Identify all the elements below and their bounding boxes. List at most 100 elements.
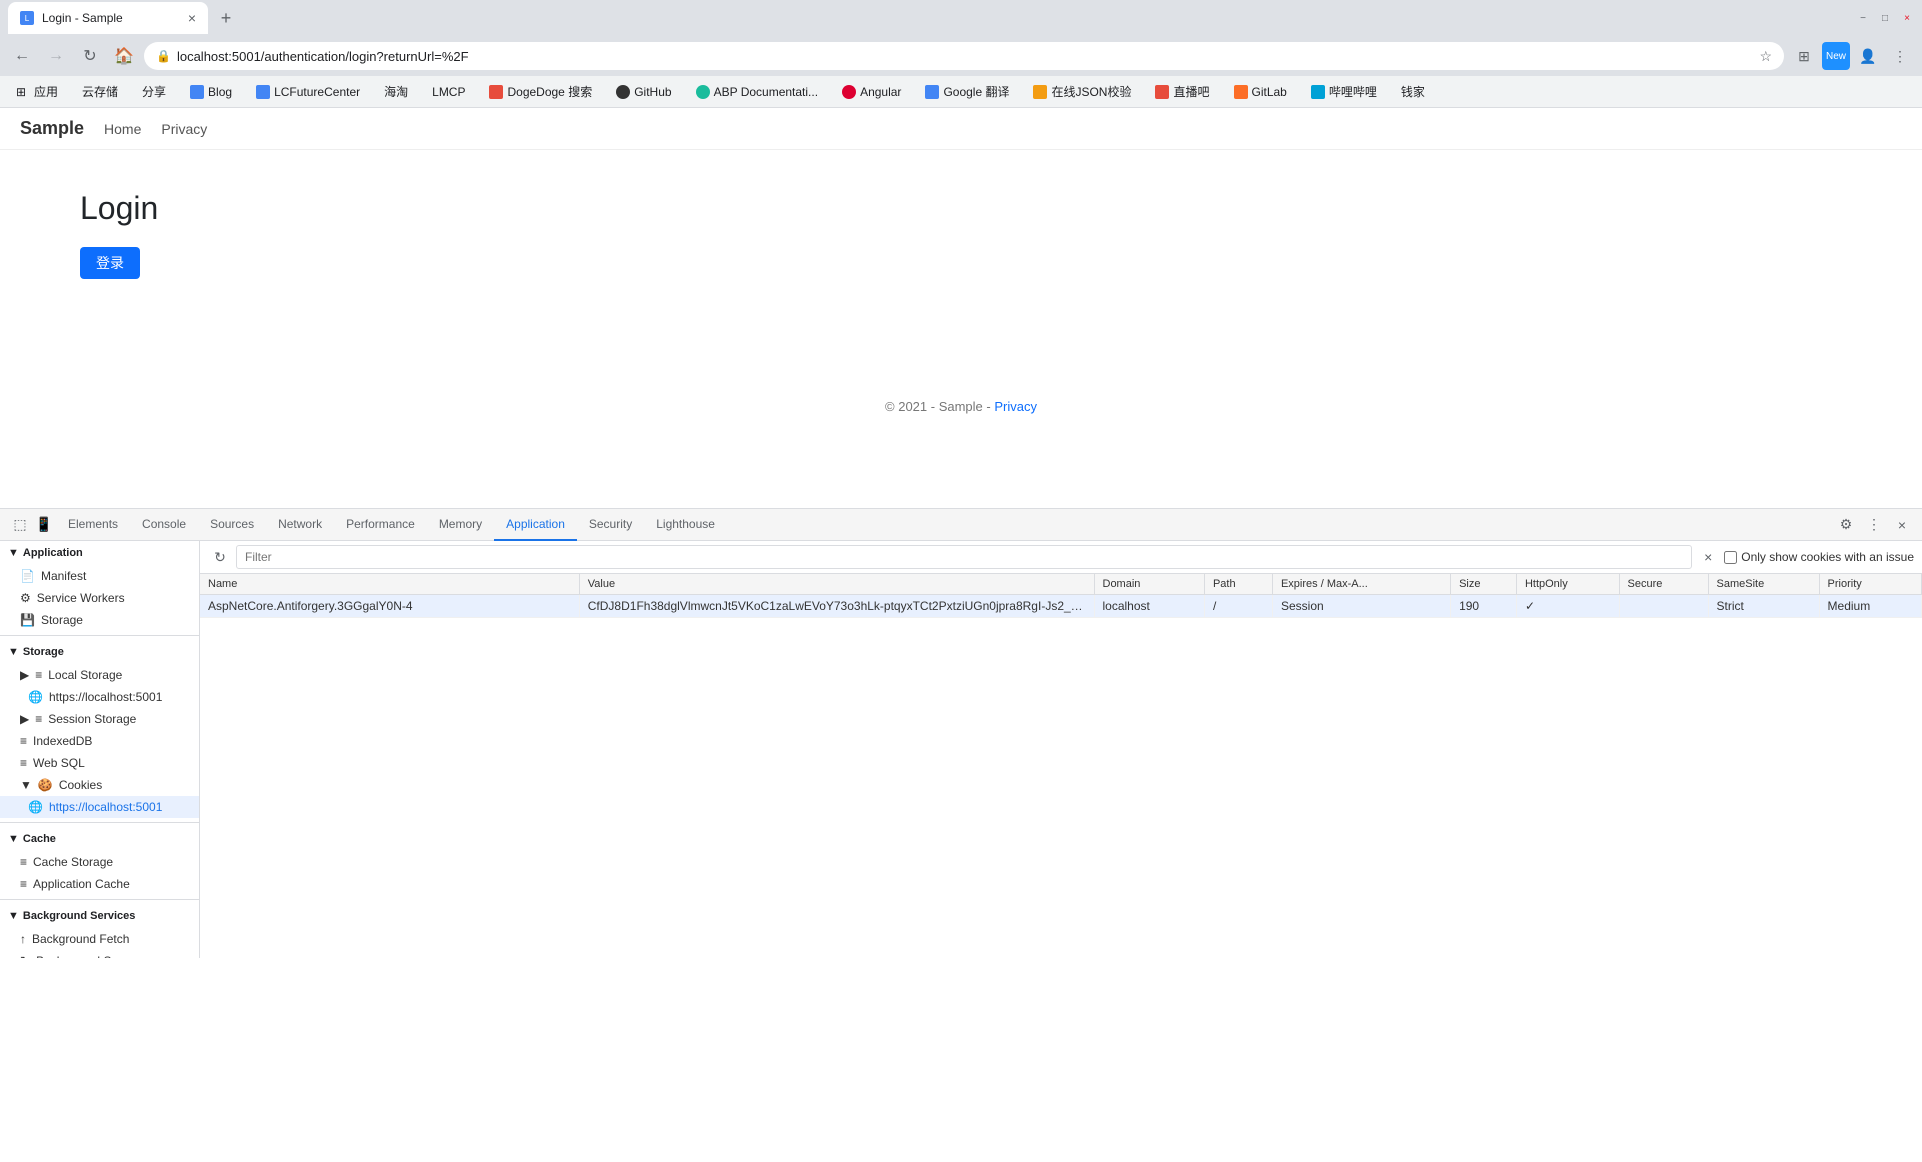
bookmark-abp[interactable]: ABP Documentati...: [688, 83, 827, 101]
cache-section-header[interactable]: ▼ Cache: [0, 827, 199, 851]
bookmark-gitlab[interactable]: GitLab: [1226, 83, 1295, 101]
table-row[interactable]: AspNetCore.Antiforgery.3GGgalY0N-4CfDJ8D…: [200, 595, 1922, 618]
devtools-inspect-button[interactable]: ⬚: [8, 513, 32, 537]
application-section-header[interactable]: ▼ Application: [0, 541, 199, 565]
new-tab-icon[interactable]: New: [1822, 42, 1850, 70]
tab-network[interactable]: Network: [266, 509, 334, 541]
bookmark-translate[interactable]: Google 翻译: [917, 81, 1017, 102]
github-icon: [616, 85, 630, 99]
maximize-button[interactable]: □: [1878, 11, 1892, 25]
bookmark-storage[interactable]: 云存储: [74, 81, 126, 102]
col-size[interactable]: Size: [1451, 574, 1517, 595]
bookmark-star-icon[interactable]: ☆: [1759, 48, 1772, 65]
cookies-table: Name Value Domain Path Expires / Max-A..…: [200, 574, 1922, 618]
sidebar-item-local-storage-localhost[interactable]: 🌐 https://localhost:5001: [0, 686, 199, 708]
show-issues-checkbox[interactable]: [1724, 551, 1737, 564]
filter-input[interactable]: [236, 545, 1692, 569]
sidebar-item-local-storage[interactable]: ▶ ≡ Local Storage: [0, 664, 199, 686]
minimize-button[interactable]: −: [1856, 11, 1870, 25]
window-controls: − □ ×: [1856, 11, 1914, 25]
close-button[interactable]: ×: [1900, 11, 1914, 25]
sidebar-item-storage[interactable]: 💾 Storage: [0, 609, 199, 631]
bookmark-blog[interactable]: Blog: [182, 83, 240, 101]
devtools-main-panel: ↻ × Only show cookies with an issue Name: [200, 541, 1922, 958]
lcfuture-icon: [256, 85, 270, 99]
blog-icon: [190, 85, 204, 99]
login-button[interactable]: 登录: [80, 247, 140, 279]
divider-2: [0, 822, 199, 823]
url-text: localhost:5001/authentication/login?retu…: [177, 49, 1753, 64]
sidebar-item-manifest[interactable]: 📄 Manifest: [0, 565, 199, 587]
storage-section-header[interactable]: ▼ Storage: [0, 640, 199, 664]
tab-lighthouse[interactable]: Lighthouse: [644, 509, 727, 541]
forward-button[interactable]: →: [42, 42, 70, 70]
col-domain[interactable]: Domain: [1094, 574, 1204, 595]
sidebar-item-web-sql[interactable]: ≡ Web SQL: [0, 752, 199, 774]
nav-home-link[interactable]: Home: [104, 121, 141, 137]
col-samesite[interactable]: SameSite: [1708, 574, 1819, 595]
bookmark-bilibili[interactable]: 哔哩哔哩: [1303, 81, 1385, 102]
profile-icon[interactable]: 👤: [1854, 42, 1882, 70]
tab-memory[interactable]: Memory: [427, 509, 494, 541]
sidebar-item-app-cache[interactable]: ≡ Application Cache: [0, 873, 199, 895]
abp-icon: [696, 85, 710, 99]
refresh-cookies-button[interactable]: ↻: [208, 545, 232, 569]
bookmark-angular[interactable]: Angular: [834, 83, 909, 101]
bookmark-haitao[interactable]: 海淘: [376, 81, 416, 102]
bookmark-dogedoge[interactable]: DogeDoge 搜索: [481, 81, 600, 102]
cache-section-label: Cache: [23, 833, 56, 845]
extensions-icon[interactable]: ⊞: [1790, 42, 1818, 70]
sidebar-item-indexeddb[interactable]: ≡ IndexedDB: [0, 730, 199, 752]
col-name[interactable]: Name: [200, 574, 579, 595]
tab-sources[interactable]: Sources: [198, 509, 266, 541]
bookmark-lmcp[interactable]: LMCP: [424, 83, 473, 101]
tab-performance[interactable]: Performance: [334, 509, 427, 541]
devtools-more-icon[interactable]: ⋮: [1862, 513, 1886, 537]
sidebar-item-session-storage[interactable]: ▶ ≡ Session Storage: [0, 708, 199, 730]
cookies-table-scroll[interactable]: Name Value Domain Path Expires / Max-A..…: [200, 574, 1922, 958]
background-services-header[interactable]: ▼ Background Services: [0, 904, 199, 928]
bookmark-lcfuture[interactable]: LCFutureCenter: [248, 83, 368, 101]
col-value[interactable]: Value: [579, 574, 1094, 595]
bookmark-apps[interactable]: ⊞ 应用: [8, 81, 66, 102]
bookmark-share[interactable]: 分享: [134, 81, 174, 102]
tab-elements[interactable]: Elements: [56, 509, 130, 541]
back-button[interactable]: ←: [8, 42, 36, 70]
sidebar-item-background-sync[interactable]: ↻ Background Sync: [0, 950, 199, 958]
bookmark-jsonvalidator[interactable]: 在线JSON校验: [1025, 81, 1139, 102]
col-secure[interactable]: Secure: [1619, 574, 1708, 595]
footer-privacy-link[interactable]: Privacy: [994, 399, 1037, 414]
home-button[interactable]: 🏠: [110, 42, 138, 70]
divider-3: [0, 899, 199, 900]
bookmark-live[interactable]: 直播吧: [1147, 81, 1217, 102]
reload-button[interactable]: ↻: [76, 42, 104, 70]
tab-security[interactable]: Security: [577, 509, 644, 541]
col-expires[interactable]: Expires / Max-A...: [1272, 574, 1450, 595]
devtools-device-button[interactable]: 📱: [32, 513, 56, 537]
sidebar-item-background-fetch[interactable]: ↑ Background Fetch: [0, 928, 199, 950]
tab-close-button[interactable]: ×: [188, 10, 196, 26]
clear-filter-button[interactable]: ×: [1696, 545, 1720, 569]
cookies-expand-icon: ▼: [20, 778, 32, 792]
bookmark-github[interactable]: GitHub: [608, 83, 679, 101]
tab-console[interactable]: Console: [130, 509, 198, 541]
address-input[interactable]: 🔒 localhost:5001/authentication/login?re…: [144, 42, 1784, 70]
menu-icon[interactable]: ⋮: [1886, 42, 1914, 70]
new-tab-button[interactable]: +: [212, 4, 240, 32]
active-tab[interactable]: L Login - Sample ×: [8, 2, 208, 34]
sidebar-item-cache-storage[interactable]: ≡ Cache Storage: [0, 851, 199, 873]
devtools-close-icon[interactable]: ×: [1890, 513, 1914, 537]
sidebar-item-cookies-localhost[interactable]: 🌐 https://localhost:5001: [0, 796, 199, 818]
sidebar-item-service-workers[interactable]: ⚙ Service Workers: [0, 587, 199, 609]
devtools-settings-icon[interactable]: ⚙: [1834, 513, 1858, 537]
storage-section-label: Storage: [23, 646, 64, 658]
tab-application[interactable]: Application: [494, 509, 577, 541]
col-priority[interactable]: Priority: [1819, 574, 1921, 595]
lock-icon: 🔒: [156, 49, 171, 63]
nav-privacy-link[interactable]: Privacy: [161, 121, 207, 137]
browser-toolbar: ⊞ New 👤 ⋮: [1790, 42, 1914, 70]
col-httponly[interactable]: HttpOnly: [1516, 574, 1619, 595]
col-path[interactable]: Path: [1204, 574, 1272, 595]
sidebar-item-cookies[interactable]: ▼ 🍪 Cookies: [0, 774, 199, 796]
bookmark-qianjia[interactable]: 钱家: [1393, 81, 1433, 102]
